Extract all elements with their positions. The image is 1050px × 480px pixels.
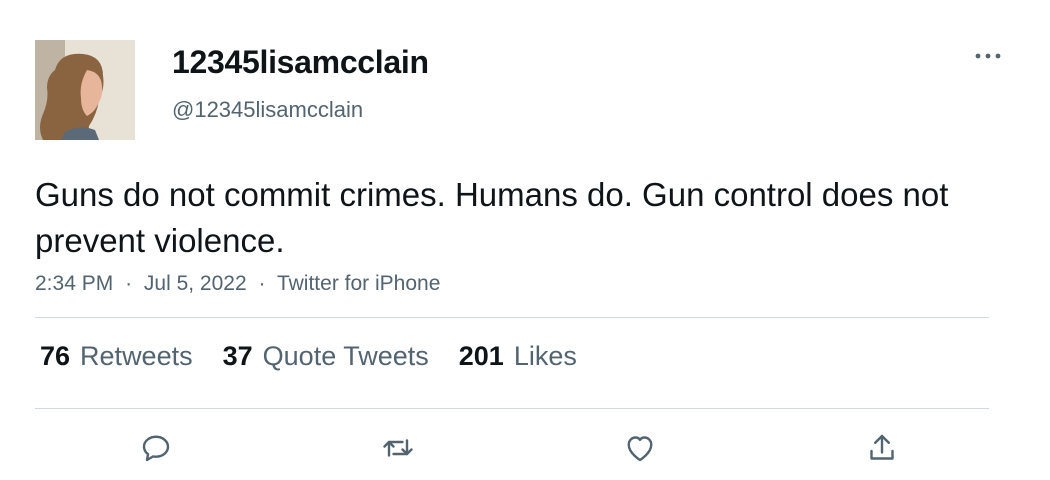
- quote-tweets-stat[interactable]: 37 Quote Tweets: [223, 341, 429, 372]
- share-button[interactable]: [862, 428, 902, 468]
- like-icon: [627, 436, 653, 462]
- tweet-stats: 76 Retweets 37 Quote Tweets 201 Likes: [40, 341, 607, 372]
- quote-tweets-label: Quote Tweets: [262, 341, 429, 371]
- retweet-icon: [383, 439, 413, 457]
- likes-label: Likes: [513, 341, 577, 371]
- meta-separator: ·: [125, 272, 133, 295]
- divider: [35, 317, 989, 318]
- tweet-time[interactable]: 2:34 PM: [35, 272, 113, 295]
- display-name[interactable]: 12345lisamcclain: [172, 44, 429, 81]
- like-button[interactable]: [620, 428, 660, 468]
- more-options-button[interactable]: [970, 42, 1006, 70]
- tweet-text: Guns do not commit crimes. Humans do. Gu…: [35, 176, 949, 259]
- retweet-button[interactable]: [378, 428, 418, 468]
- meta-separator: ·: [258, 272, 266, 295]
- likes-stat[interactable]: 201 Likes: [459, 341, 577, 372]
- avatar[interactable]: [35, 40, 135, 140]
- more-icon: [975, 53, 1001, 59]
- user-handle[interactable]: @12345lisamcclain: [172, 97, 363, 123]
- likes-count: 201: [458, 341, 504, 371]
- retweets-count: 76: [40, 341, 71, 371]
- retweets-stat[interactable]: 76 Retweets: [40, 341, 193, 372]
- retweets-label: Retweets: [80, 341, 193, 371]
- tweet-metadata: 2:34 PM · Jul 5, 2022 · Twitter for iPho…: [35, 272, 440, 296]
- tweet-date[interactable]: Jul 5, 2022: [144, 272, 247, 295]
- tweet-source[interactable]: Twitter for iPhone: [277, 272, 440, 295]
- share-icon: [870, 434, 894, 460]
- divider: [35, 408, 989, 409]
- tweet-actions: [0, 428, 1050, 472]
- quote-tweets-count: 37: [222, 341, 253, 371]
- reply-icon: [142, 435, 170, 462]
- avatar-photo: [35, 40, 135, 140]
- reply-button[interactable]: [136, 428, 176, 468]
